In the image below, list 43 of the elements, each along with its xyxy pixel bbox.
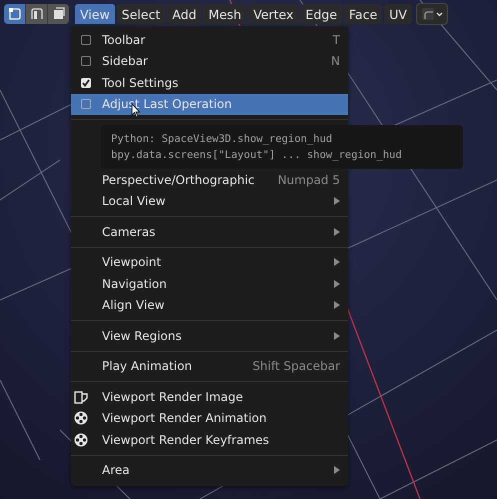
menu-item[interactable]: Cameras <box>71 221 348 242</box>
menu-item[interactable]: Viewport Render Image <box>71 386 348 408</box>
checkbox[interactable] <box>81 56 91 66</box>
menu-button[interactable]: Edge <box>300 4 342 24</box>
checkbox[interactable] <box>81 99 91 110</box>
select-mode-button[interactable] <box>26 4 48 24</box>
menu-button[interactable]: UV <box>384 4 412 24</box>
checkbox[interactable] <box>81 34 91 45</box>
select-mode-button[interactable] <box>4 4 26 24</box>
menu-button[interactable]: Add <box>167 4 202 24</box>
dropdown-button[interactable] <box>416 3 448 25</box>
menu-button[interactable]: Vertex <box>248 4 299 24</box>
menu-button[interactable]: Select <box>116 4 166 24</box>
menu-item[interactable]: Area <box>71 460 348 481</box>
select-mode-button[interactable] <box>48 4 69 24</box>
menu-button[interactable]: Mesh <box>203 4 246 24</box>
menu-item[interactable]: Local View <box>71 190 348 212</box>
chevron-down-icon <box>436 12 443 16</box>
menu-item[interactable]: Viewport Render Animation <box>71 408 348 429</box>
shortcut-label: Numpad 5 <box>278 172 340 187</box>
menu-item[interactable]: Sidebar N <box>71 50 348 72</box>
menu-item[interactable]: Viewport Render Keyframes <box>71 429 348 450</box>
menu-item[interactable]: Play Animation Shift Spacebar <box>71 356 348 377</box>
render-image-icon <box>73 388 89 405</box>
tooltip-line: Python: SpaceView3D.show_region_hud <box>111 132 334 147</box>
vertex-select-icon <box>6 6 22 22</box>
menu-item[interactable]: Perspective/Orthographic Numpad 5 <box>71 169 348 190</box>
curve-icon <box>420 7 435 21</box>
menu-button[interactable]: View <box>75 4 115 24</box>
checkbox[interactable] <box>81 78 91 88</box>
menu-item[interactable]: Toolbar T <box>71 29 348 50</box>
menu-item[interactable]: Navigation <box>71 273 348 294</box>
shortcut-label: N <box>331 54 340 68</box>
menu-item[interactable]: Adjust Last Operation <box>71 94 348 115</box>
edge-select-icon <box>28 6 44 22</box>
menu-button[interactable]: Face <box>344 4 382 24</box>
tooltip-line: bpy.data.screens["Layout"] ... show_region_hud <box>111 148 403 163</box>
menu-item[interactable]: Tool Settings <box>71 72 348 94</box>
menu-item[interactable]: Viewpoint <box>71 252 348 273</box>
menu-item[interactable]: Align View <box>71 294 348 316</box>
menu-item[interactable]: View Regions <box>71 325 348 346</box>
shortcut-label: T <box>332 32 340 47</box>
shortcut-label: Shift Spacebar <box>252 359 340 374</box>
